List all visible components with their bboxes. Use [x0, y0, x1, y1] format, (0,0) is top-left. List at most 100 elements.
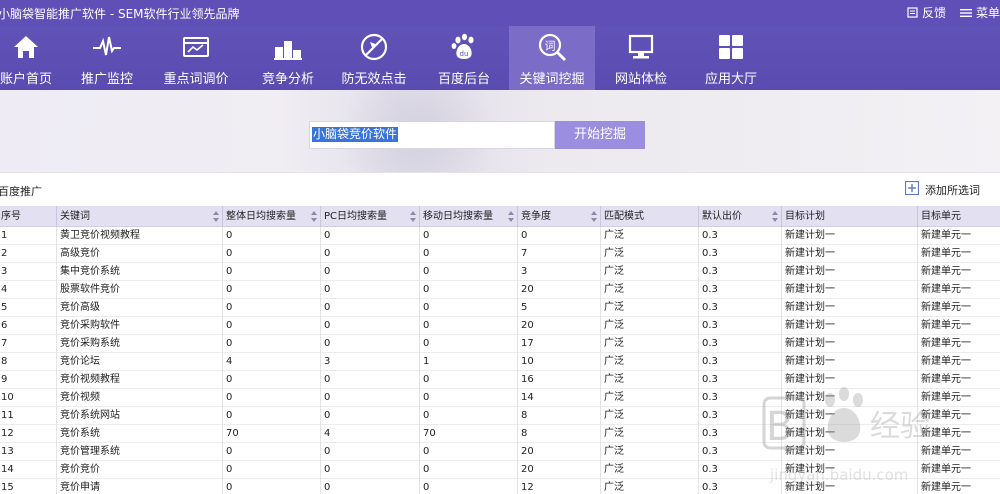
cell-mobile-search: 0 — [419, 461, 517, 479]
nav-item-promotion-monitor[interactable]: 推广监控 — [70, 26, 144, 90]
cell-index: 6 — [1, 320, 8, 331]
cell-mobile-search: 0 — [419, 407, 517, 425]
header-label: 目标单元 — [921, 211, 961, 222]
cell-target-plan: 新建计划一 — [781, 245, 917, 263]
nav-item-key-bid[interactable]: 重点词调价 — [156, 26, 236, 90]
cell-competition: 20 — [517, 317, 600, 335]
header-label: 序号 — [1, 211, 21, 222]
start-mining-button[interactable]: 开始挖掘 — [555, 121, 645, 149]
add-selected-button[interactable]: 添加所选词 — [904, 180, 980, 198]
search-input-value: 小脑袋竞价软件 — [312, 127, 399, 142]
window-title: 小脑袋智能推广软件 - SEM软件行业领先品牌 — [0, 7, 240, 21]
header-col-keyword[interactable]: 关键词 — [56, 206, 222, 227]
header-col-total-search[interactable]: 整体日均搜索量 — [222, 206, 320, 227]
cell-pc-search: 0 — [320, 461, 419, 479]
cell-pc-search: 0 — [320, 407, 419, 425]
cell-index: 3 — [1, 266, 8, 277]
header-col-match-mode: 匹配模式 — [600, 206, 698, 227]
cell-match-mode: 广泛 — [600, 317, 698, 335]
nav-item-app-hall[interactable]: 应用大厅 — [694, 26, 768, 90]
table-row[interactable]: 8 竞价论坛 4 3 1 10 广泛 0.3 新建计划一 新建单元一 — [0, 353, 1000, 371]
cell-target-plan: 新建计划一 — [781, 353, 917, 371]
cell-target-unit: 新建单元一 — [917, 335, 1000, 353]
nav-label: 账户首页 — [0, 72, 52, 87]
cell-pc-search: 0 — [320, 389, 419, 407]
cell-total-search: 70 — [222, 425, 320, 443]
cell-competition: 3 — [517, 263, 600, 281]
cell-index: 11 — [1, 410, 14, 421]
cell-keyword: 竞价采购系统 — [56, 335, 222, 353]
header-col-index: 序号 — [0, 206, 56, 227]
cell-match-mode: 广泛 — [600, 281, 698, 299]
cell-pc-search: 4 — [320, 425, 419, 443]
table-row[interactable]: 1 黄卫竞价视频教程 0 0 0 0 广泛 0.3 新建计划一 新建单元一 — [0, 227, 1000, 245]
cell-default-bid: 0.3 — [698, 317, 781, 335]
cell-pc-search: 3 — [320, 353, 419, 371]
cell-mobile-search: 0 — [419, 299, 517, 317]
cell-target-unit: 新建单元一 — [917, 317, 1000, 335]
keyword-search-input[interactable]: 小脑袋竞价软件 — [309, 121, 555, 149]
cell-pc-search: 0 — [320, 335, 419, 353]
header-col-mobile-search[interactable]: 移动日均搜索量 — [419, 206, 517, 227]
table-row[interactable]: 4 股票软件竞价 0 0 0 20 广泛 0.3 新建计划一 新建单元一 — [0, 281, 1000, 299]
cell-total-search: 0 — [222, 281, 320, 299]
header-col-target-unit: 目标单元 — [917, 206, 1000, 227]
nav-item-account-home[interactable]: 账户首页 — [0, 26, 62, 90]
cell-keyword: 黄卫竞价视频教程 — [56, 227, 222, 245]
svg-text:经验: 经验 — [870, 409, 930, 444]
cell-default-bid: 0.3 — [698, 281, 781, 299]
cell-match-mode: 广泛 — [600, 407, 698, 425]
feedback-button[interactable]: 反馈 — [907, 4, 946, 21]
nav-label: 推广监控 — [80, 72, 133, 87]
baidu-jingyan-watermark: B 经验 jingyan.baidu.com — [760, 380, 1000, 494]
cell-match-mode: 广泛 — [600, 461, 698, 479]
cell-target-plan: 新建计划一 — [781, 335, 917, 353]
cell-index: 9 — [1, 374, 8, 385]
cell-match-mode: 广泛 — [600, 245, 698, 263]
pulse-icon — [92, 32, 122, 62]
monitor-icon — [181, 32, 211, 62]
cell-keyword: 竞价系统网站 — [56, 407, 222, 425]
sort-arrows-icon — [591, 211, 597, 222]
table-row[interactable]: 7 竞价采购系统 0 0 0 17 广泛 0.3 新建计划一 新建单元一 — [0, 335, 1000, 353]
cell-match-mode: 广泛 — [600, 389, 698, 407]
cell-default-bid: 0.3 — [698, 335, 781, 353]
table-row[interactable]: 2 高级竞价 0 0 0 7 广泛 0.3 新建计划一 新建单元一 — [0, 245, 1000, 263]
cell-competition: 5 — [517, 299, 600, 317]
cell-mobile-search: 0 — [419, 371, 517, 389]
nav-item-keyword-mining[interactable]: 词 关键词挖掘 — [509, 26, 595, 90]
apps-grid-icon — [716, 32, 746, 62]
header-label: 目标计划 — [785, 211, 825, 222]
table-header: 序号 关键词 整体日均搜索量 PC日均搜索量 移动日均搜索量 竞争度 匹配模式 默认出价 目标计… — [0, 206, 1000, 227]
table-row[interactable]: 6 竞价采购软件 0 0 0 20 广泛 0.3 新建计划一 新建单元一 — [0, 317, 1000, 335]
cell-mobile-search: 0 — [419, 335, 517, 353]
table-row[interactable]: 3 集中竞价系统 0 0 0 3 广泛 0.3 新建计划一 新建单元一 — [0, 263, 1000, 281]
nav-item-site-check[interactable]: 网站体检 — [604, 26, 678, 90]
cell-target-plan: 新建计划一 — [781, 299, 917, 317]
nav-item-baidu-backend[interactable]: du 百度后台 — [428, 26, 500, 90]
cell-mobile-search: 0 — [419, 227, 517, 245]
nav-item-competition[interactable]: 竞争分析 — [250, 26, 326, 90]
cell-total-search: 0 — [222, 227, 320, 245]
cell-index: 2 — [1, 248, 8, 259]
menu-button[interactable]: 菜单 — [959, 4, 1000, 21]
cell-mobile-search: 0 — [419, 263, 517, 281]
nav-item-anti-click[interactable]: 防无效点击 — [336, 26, 412, 90]
header-col-default-bid[interactable]: 默认出价 — [698, 206, 781, 227]
cell-target-plan: 新建计划一 — [781, 227, 917, 245]
header-col-competition[interactable]: 竞争度 — [517, 206, 600, 227]
cell-total-search: 0 — [222, 317, 320, 335]
cell-keyword: 竞价系统 — [56, 425, 222, 443]
cell-competition: 20 — [517, 461, 600, 479]
add-icon — [904, 180, 920, 198]
cell-keyword: 竞价采购软件 — [56, 317, 222, 335]
header-label: 默认出价 — [702, 211, 742, 222]
table-row[interactable]: 5 竞价高级 0 0 0 5 广泛 0.3 新建计划一 新建单元一 — [0, 299, 1000, 317]
cell-pc-search: 0 — [320, 479, 419, 494]
sort-arrows-icon — [213, 211, 219, 222]
header-label: 竞争度 — [521, 211, 551, 222]
cell-mobile-search: 70 — [419, 425, 517, 443]
cell-pc-search: 0 — [320, 281, 419, 299]
svg-text:du: du — [460, 50, 469, 58]
header-col-pc-search[interactable]: PC日均搜索量 — [320, 206, 419, 227]
